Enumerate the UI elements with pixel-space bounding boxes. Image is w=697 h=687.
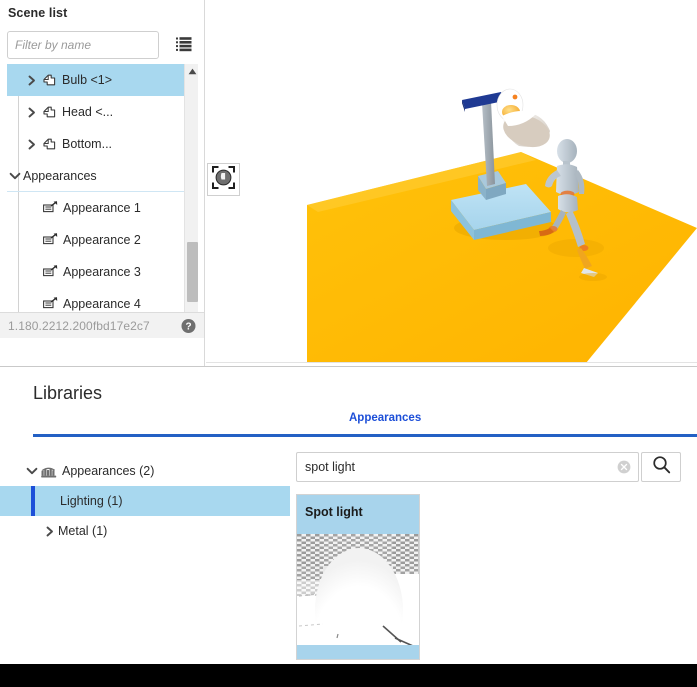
- tab-appearances[interactable]: Appearances: [349, 412, 421, 424]
- scene-tree-item-label: Appearance 1: [63, 201, 141, 215]
- scene-tree-item-head[interactable]: Head <...: [7, 96, 184, 128]
- filter-by-name-input[interactable]: [7, 31, 159, 59]
- chevron-right-icon[interactable]: [24, 104, 40, 120]
- scene-tree-item-label: Appearance 2: [63, 233, 141, 247]
- scene-list-title: Scene list: [8, 6, 68, 20]
- chevron-right-icon[interactable]: [42, 523, 58, 539]
- filter-row: [7, 31, 198, 59]
- appearance-icon: [41, 265, 59, 279]
- scene-tree-item-label: Appearance 3: [63, 265, 141, 279]
- appearance-ball-icon: [212, 165, 235, 194]
- chevron-down-icon[interactable]: [7, 168, 23, 184]
- scene-tree: Bulb <1> Head <... Bottom... Appearances App…: [7, 64, 198, 328]
- search-box: [296, 452, 639, 482]
- library-tree[interactable]: Appearances (2) Lighting (1) Metal (1): [0, 456, 290, 546]
- help-icon[interactable]: ?: [181, 318, 196, 333]
- scene-tree-item-label: Appearance 4: [63, 297, 141, 311]
- library-item-label: Lighting (1): [60, 494, 123, 508]
- library-item-label: Appearances (2): [62, 464, 155, 478]
- application-window: Scene list Bulb <1>Head <: [0, 0, 697, 687]
- appearance-icon: [41, 297, 59, 311]
- scene-tree-item-bottom[interactable]: Bottom...: [7, 128, 184, 160]
- library-item-lighting-1[interactable]: Lighting (1): [0, 486, 290, 516]
- scrollbar-up-arrow-icon[interactable]: [185, 64, 198, 78]
- libraries-panel: Libraries Appearances Appearances (2) Lig…: [0, 368, 697, 664]
- search-button[interactable]: [641, 452, 681, 482]
- scene-tree-scrollbar[interactable]: [184, 64, 198, 328]
- svg-text:?: ?: [185, 321, 191, 332]
- tabs-underline: [33, 434, 697, 437]
- appearance-ball-button[interactable]: [207, 163, 240, 196]
- appearance-icon: [41, 233, 59, 247]
- part-icon: [40, 105, 58, 120]
- viewport-3d[interactable]: [206, 0, 697, 363]
- spot-light-render-icon: [297, 534, 419, 647]
- top-area: Scene list Bulb <1>Head <: [0, 0, 697, 366]
- status-bar: 1.180.2212.200fbd17e2c7 ?: [0, 312, 204, 338]
- chevron-right-icon[interactable]: [24, 136, 40, 152]
- card-thumbnail: [297, 534, 419, 647]
- part-icon: [40, 73, 58, 88]
- library-icon: [40, 465, 58, 478]
- scrollbar-thumb[interactable]: [187, 242, 198, 302]
- card-header: Spot light: [297, 495, 419, 534]
- bottom-black-bar: [0, 664, 697, 687]
- list-view-icon[interactable]: [175, 35, 193, 53]
- scene-tree-item-bulb-1[interactable]: Bulb <1>: [7, 64, 184, 96]
- clear-icon[interactable]: [617, 460, 631, 474]
- scene-list-panel: Scene list Bulb <1>Head <: [0, 0, 205, 366]
- card-footer: [297, 645, 419, 659]
- part-icon: [40, 137, 58, 152]
- libraries-tabs: Appearances: [33, 412, 697, 434]
- scene-tree-item-label: Bulb <1>: [62, 73, 113, 87]
- scene-tree-item-appearance-3[interactable]: Appearance 3: [7, 256, 184, 288]
- chevron-right-icon[interactable]: [24, 72, 40, 88]
- library-item-appearances-2[interactable]: Appearances (2): [0, 456, 290, 486]
- viewport-render: [206, 0, 697, 362]
- scene-tree-item-label: Appearances: [23, 169, 97, 183]
- group-underline: [7, 191, 184, 192]
- search-icon: [652, 455, 671, 479]
- card-title: Spot light: [305, 505, 363, 519]
- appearance-icon: [41, 201, 59, 215]
- search-bar: [296, 452, 681, 482]
- scene-tree-item-appearance-2[interactable]: Appearance 2: [7, 224, 184, 256]
- scene-tree-item-label: Head <...: [62, 105, 114, 119]
- search-input[interactable]: [297, 453, 607, 481]
- scene-tree-item-label: Bottom...: [62, 137, 113, 151]
- library-item-metal-1[interactable]: Metal (1): [0, 516, 290, 546]
- library-item-label: Metal (1): [58, 524, 108, 538]
- libraries-title: Libraries: [33, 383, 103, 403]
- version-text: 1.180.2212.200fbd17e2c7: [8, 318, 150, 333]
- scene-tree-item-appearances[interactable]: Appearances: [7, 160, 184, 192]
- chevron-down-icon[interactable]: [24, 463, 40, 479]
- appearance-result-card[interactable]: Spot light: [296, 494, 420, 660]
- scene-tree-rows[interactable]: Bulb <1> Head <... Bottom... Appearances App…: [7, 64, 184, 328]
- scene-tree-item-appearance-1[interactable]: Appearance 1: [7, 192, 184, 224]
